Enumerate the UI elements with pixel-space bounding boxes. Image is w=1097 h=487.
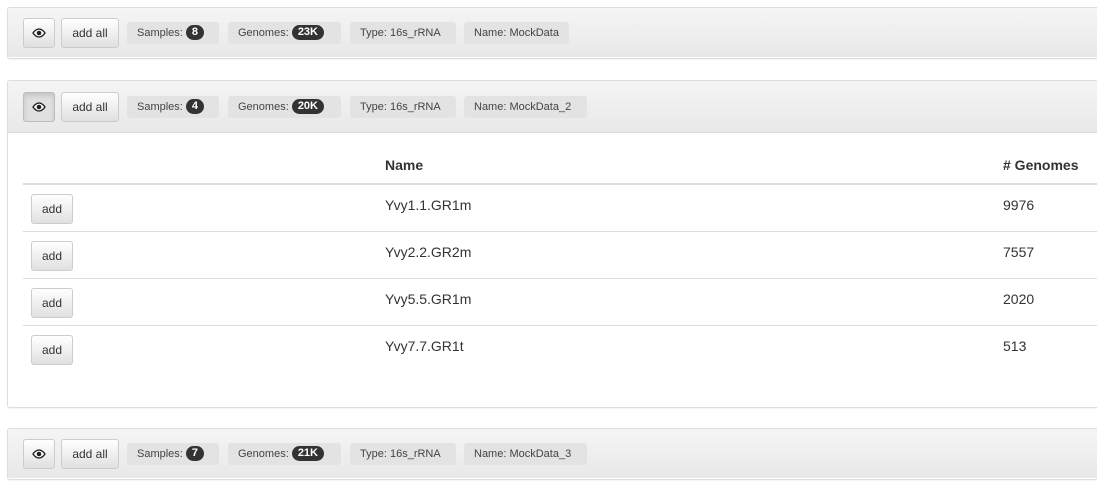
table-row: add Yvy1.1.GR1m 9976 <box>23 184 1097 232</box>
dataset-panel-heading: add all Samples: 7 Genomes: 21K Type: 16… <box>8 429 1097 478</box>
sample-name: Yvy2.2.GR2m <box>385 244 472 260</box>
samples-tag: Samples: 8 <box>127 22 219 44</box>
type-tag: Type: 16s_rRNA <box>350 22 456 44</box>
samples-count-badge: 4 <box>185 98 205 114</box>
sample-name: Yvy7.7.GR1t <box>385 338 464 354</box>
add-sample-button[interactable]: add <box>31 288 73 318</box>
samples-table: Name # Genomes add Yvy1.1.GR1m 9976 add … <box>23 147 1097 372</box>
genomes-label: Genomes: <box>238 27 289 39</box>
dataset-panel: add all Samples: 4 Genomes: 20K Type: 16… <box>7 80 1097 408</box>
add-all-button[interactable]: add all <box>61 439 119 469</box>
eye-icon <box>32 28 46 38</box>
toggle-view-button[interactable] <box>23 18 55 48</box>
samples-label: Samples: <box>137 448 183 460</box>
eye-icon <box>32 102 46 112</box>
name-tag: Name: MockData <box>464 22 569 44</box>
table-row: add Yvy7.7.GR1t 513 <box>23 325 1097 372</box>
genomes-tag: Genomes: 21K <box>228 443 341 465</box>
eye-icon <box>32 449 46 459</box>
column-header-genomes: # Genomes <box>1003 147 1097 185</box>
genomes-label: Genomes: <box>238 101 289 113</box>
name-tag: Name: MockData_2 <box>464 96 587 118</box>
table-row: add Yvy2.2.GR2m 7557 <box>23 231 1097 279</box>
table-row: add Yvy5.5.GR1m 2020 <box>23 278 1097 326</box>
genomes-count-badge: 23K <box>291 24 324 40</box>
samples-tag: Samples: 7 <box>127 443 219 465</box>
toggle-view-button[interactable] <box>23 92 55 122</box>
samples-count-badge: 8 <box>185 24 205 40</box>
sample-genomes: 513 <box>1003 338 1027 354</box>
sample-genomes: 7557 <box>1003 244 1035 260</box>
add-sample-button[interactable]: add <box>31 194 73 224</box>
sample-genomes: 2020 <box>1003 291 1035 307</box>
table-header-row: Name # Genomes <box>23 147 1097 185</box>
column-header-actions <box>23 147 385 185</box>
genomes-tag: Genomes: 23K <box>228 22 341 44</box>
samples-label: Samples: <box>137 27 183 39</box>
sample-name: Yvy1.1.GR1m <box>385 197 472 213</box>
genomes-tag: Genomes: 20K <box>228 96 341 118</box>
sample-name: Yvy5.5.GR1m <box>385 291 472 307</box>
genomes-count-badge: 21K <box>291 445 324 461</box>
samples-count-badge: 7 <box>185 445 205 461</box>
samples-label: Samples: <box>137 101 183 113</box>
toggle-view-button[interactable] <box>23 439 55 469</box>
add-all-button[interactable]: add all <box>61 92 119 122</box>
dataset-panel: add all Samples: 8 Genomes: 23K Type: 16… <box>7 7 1097 59</box>
column-header-name: Name <box>385 147 1003 185</box>
type-tag: Type: 16s_rRNA <box>350 96 456 118</box>
samples-tag: Samples: 4 <box>127 96 219 118</box>
genomes-count-badge: 20K <box>291 98 324 114</box>
genomes-label: Genomes: <box>238 448 289 460</box>
add-sample-button[interactable]: add <box>31 241 73 271</box>
dataset-panel-heading: add all Samples: 4 Genomes: 20K Type: 16… <box>8 81 1097 133</box>
sample-genomes: 9976 <box>1003 197 1035 213</box>
add-all-button[interactable]: add all <box>61 18 119 48</box>
type-tag: Type: 16s_rRNA <box>350 443 456 465</box>
dataset-panel: add all Samples: 7 Genomes: 21K Type: 16… <box>7 428 1097 480</box>
name-tag: Name: MockData_3 <box>464 443 587 465</box>
add-sample-button[interactable]: add <box>31 335 73 365</box>
dataset-panel-heading: add all Samples: 8 Genomes: 23K Type: 16… <box>8 8 1097 57</box>
